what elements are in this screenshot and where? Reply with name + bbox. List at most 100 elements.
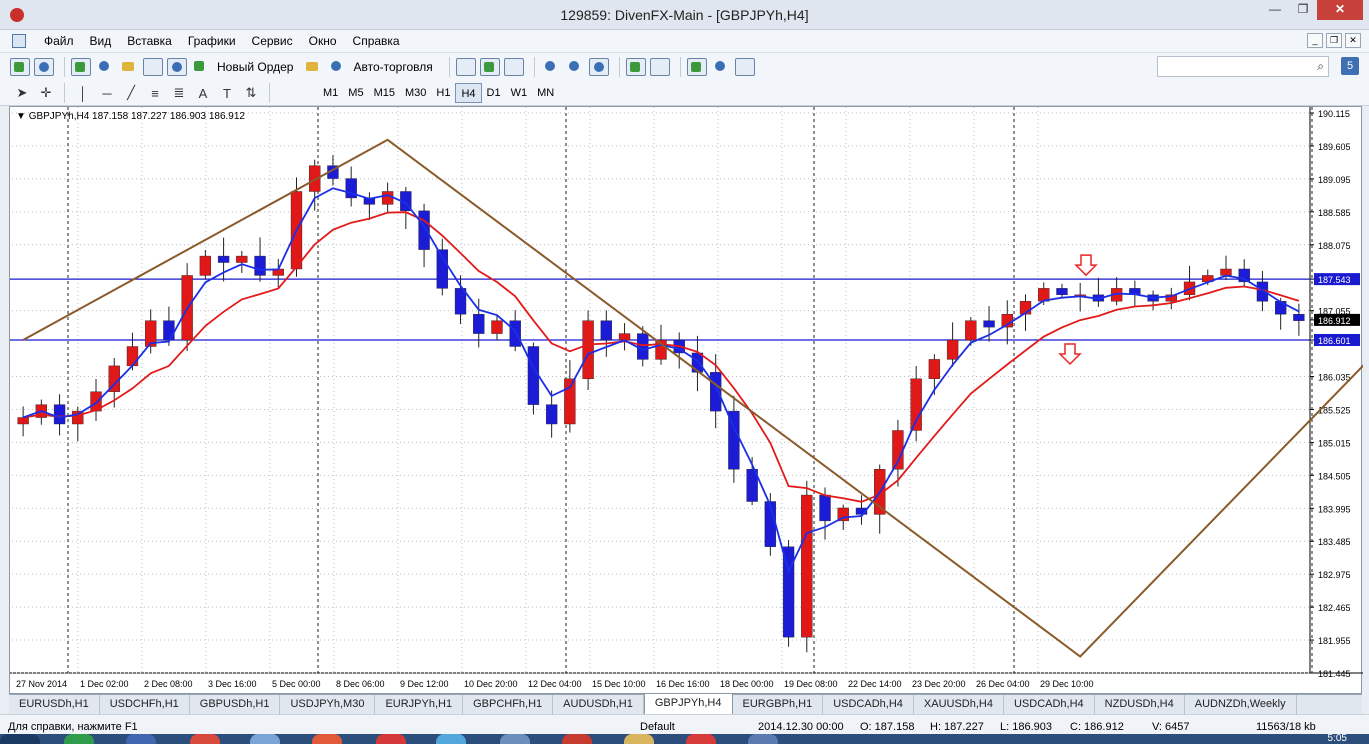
time-tick-label: 9 Dec 12:00: [400, 679, 449, 689]
taskbar-app-terminal-icon[interactable]: [748, 734, 778, 744]
equidistant-channel-icon[interactable]: ≡: [143, 86, 167, 101]
menu-item[interactable]: Графики: [180, 34, 244, 48]
text-icon[interactable]: A: [191, 86, 215, 101]
horizontal-line-icon[interactable]: ─: [95, 86, 119, 101]
chart-tab[interactable]: GBPUSDh,H1: [190, 695, 281, 714]
terminal-icon[interactable]: [143, 58, 163, 76]
fibonacci-icon[interactable]: ≣: [167, 85, 191, 101]
timeframe-button[interactable]: MN: [532, 83, 559, 103]
taskbar-app-folder-icon[interactable]: [624, 734, 654, 744]
taskbar-app-excel-icon[interactable]: [64, 734, 94, 744]
chart-tab[interactable]: AUDUSDh,H1: [553, 695, 644, 714]
taskbar-app-settings-icon[interactable]: [686, 734, 716, 744]
timeframe-button[interactable]: M5: [343, 83, 368, 103]
maximize-button[interactable]: ❐: [1289, 0, 1317, 20]
crosshair-icon[interactable]: ✛: [34, 85, 58, 101]
close-button[interactable]: ✕: [1317, 0, 1363, 20]
cursor-icon[interactable]: ➤: [10, 85, 34, 101]
menu-item[interactable]: Окно: [301, 34, 345, 48]
time-tick-label: 5 Dec 00:00: [272, 679, 321, 689]
chart-tab[interactable]: EURJPYh,H1: [375, 695, 464, 714]
chart-tab[interactable]: USDCHFh,H1: [100, 695, 190, 714]
strategy-tester-icon[interactable]: [167, 58, 187, 76]
timeframe-button[interactable]: M15: [369, 83, 400, 103]
chart-canvas[interactable]: 190.115 189.605 189.095 188.585 188.075 187.5…: [10, 107, 1369, 695]
timeframe-button[interactable]: H4: [455, 83, 482, 103]
new-order-icon[interactable]: [191, 58, 211, 76]
taskbar-app-explorer-icon[interactable]: [250, 734, 280, 744]
chart-tab[interactable]: USDJPYh,M30: [280, 695, 376, 714]
menu-item[interactable]: Справка: [345, 34, 408, 48]
price-chart[interactable]: 190.115 189.605 189.095 188.585 188.075 187.5…: [9, 106, 1369, 695]
timeframe-button[interactable]: D1: [482, 83, 506, 103]
minimize-button[interactable]: —: [1261, 0, 1289, 20]
chart-tab[interactable]: NZDUSDh,H4: [1095, 695, 1185, 714]
taskbar-app-yandex-icon[interactable]: [312, 734, 342, 744]
taskbar-app-skype-icon[interactable]: [436, 734, 466, 744]
menu-item[interactable]: Сервис: [244, 34, 301, 48]
price-tick-label: 188.075: [1318, 241, 1351, 251]
tile-windows-icon[interactable]: [588, 58, 609, 76]
text-label-icon[interactable]: T: [215, 86, 239, 101]
menu-item[interactable]: Вставка: [119, 34, 180, 48]
mdi-restore-button[interactable]: ❐: [1326, 33, 1342, 48]
profiles-icon[interactable]: [34, 58, 54, 76]
taskbar-app-browser-icon[interactable]: [190, 734, 220, 744]
meta-editor-icon[interactable]: [303, 58, 323, 76]
timeframe-button[interactable]: H1: [431, 83, 455, 103]
zoom-out-icon[interactable]: [565, 58, 585, 76]
chart-tab[interactable]: GBPJPYh,H4: [643, 694, 733, 714]
taskbar-app-opera-icon[interactable]: [562, 734, 592, 744]
chart-tab[interactable]: USDCADh,H4: [1004, 695, 1095, 714]
chart-tab[interactable]: EURGBPh,H1: [733, 695, 824, 714]
trendline-icon[interactable]: ╱: [119, 85, 143, 101]
chart-tab[interactable]: EURUSDh,H1: [9, 695, 100, 714]
market-watch-icon[interactable]: [71, 58, 91, 76]
chart-tabs: EURUSDh,H1 USDCHFh,H1 GBPUSDh,H1 USDJPYh,M3…: [9, 694, 1362, 714]
mdi-minimize-button[interactable]: _: [1307, 33, 1323, 48]
arrows-icon[interactable]: ⇅: [239, 85, 263, 101]
vertical-line-icon[interactable]: │: [71, 86, 95, 101]
menu-item[interactable]: Файл: [36, 34, 82, 48]
navigator-icon[interactable]: [119, 58, 139, 76]
timeframe-button[interactable]: W1: [506, 83, 533, 103]
taskbar-app-calculator-icon[interactable]: [500, 734, 530, 744]
zigzag-line: [22, 138, 1369, 658]
price-tick-label: 189.605: [1318, 142, 1351, 152]
price-tick-label: 181.445: [1318, 669, 1351, 679]
chart-tab[interactable]: USDCADh,H4: [823, 695, 914, 714]
timeframe-button[interactable]: M30: [400, 83, 431, 103]
chart-shift-icon[interactable]: [625, 58, 646, 76]
chart-tab[interactable]: XAUUSDh,H4: [914, 695, 1004, 714]
timeframe-button[interactable]: M1: [318, 83, 343, 103]
document-icon: [12, 34, 26, 48]
candle-body: [491, 320, 503, 334]
taskbar-app-close-icon[interactable]: [376, 734, 406, 744]
chart-tab[interactable]: AUDNZDh,Weekly: [1185, 695, 1297, 714]
time-tick-label: 26 Dec 04:00: [976, 679, 1030, 689]
mdi-close-button[interactable]: ✕: [1345, 33, 1361, 48]
templates-icon[interactable]: [734, 58, 755, 76]
zoom-in-icon[interactable]: [541, 58, 561, 76]
candle-body: [72, 410, 84, 425]
indicators-icon[interactable]: [686, 58, 707, 76]
candle-body: [17, 417, 29, 425]
bar-chart-icon[interactable]: [455, 58, 476, 76]
community-icon[interactable]: 5: [1341, 57, 1359, 75]
candlesticks-icon[interactable]: [479, 58, 500, 76]
menu-item[interactable]: Вид: [82, 34, 120, 48]
search-input[interactable]: ⌕: [1157, 56, 1329, 77]
auto-trading-button[interactable]: Авто-торговля: [353, 60, 432, 74]
data-window-icon[interactable]: [95, 58, 115, 76]
new-order-button[interactable]: Новый Ордер: [217, 60, 293, 74]
line-chart-icon[interactable]: [503, 58, 524, 76]
periods-icon[interactable]: [711, 58, 731, 76]
auto-trading-icon[interactable]: [327, 58, 347, 76]
auto-scroll-icon[interactable]: [649, 58, 670, 76]
new-chart-icon[interactable]: [10, 58, 30, 76]
start-button[interactable]: [0, 734, 40, 744]
chart-tab[interactable]: GBPCHFh,H1: [463, 695, 554, 714]
search-icon: ⌕: [1317, 59, 1324, 73]
status-time: 2014.12.30 00:00: [758, 721, 844, 733]
taskbar-app-word-icon[interactable]: [126, 734, 156, 744]
